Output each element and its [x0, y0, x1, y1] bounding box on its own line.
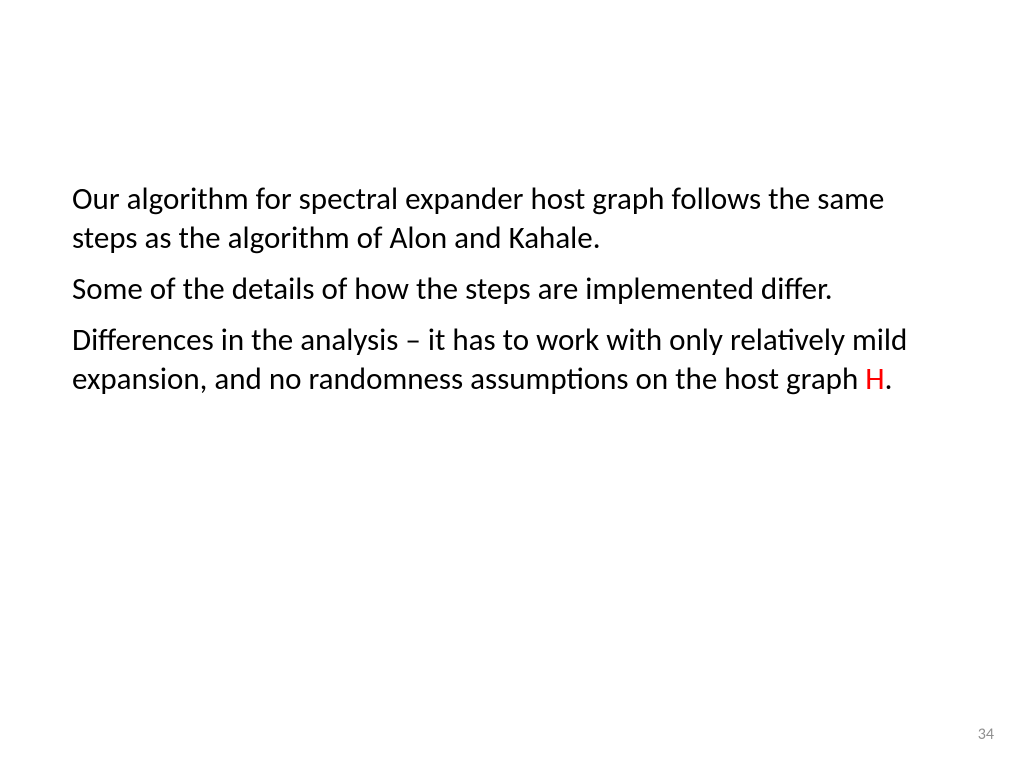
paragraph-3: Differences in the analysis – it has to …	[72, 321, 952, 399]
highlight-h: H	[865, 360, 884, 398]
paragraph-2: Some of the details of how the steps are…	[72, 270, 952, 309]
page-number: 34	[978, 725, 994, 744]
paragraph-3-suffix: .	[885, 360, 893, 398]
paragraph-3-prefix: Differences in the analysis – it has to …	[72, 321, 907, 398]
paragraph-1: Our algorithm for spectral expander host…	[72, 180, 952, 258]
slide-content: Our algorithm for spectral expander host…	[0, 0, 1024, 399]
